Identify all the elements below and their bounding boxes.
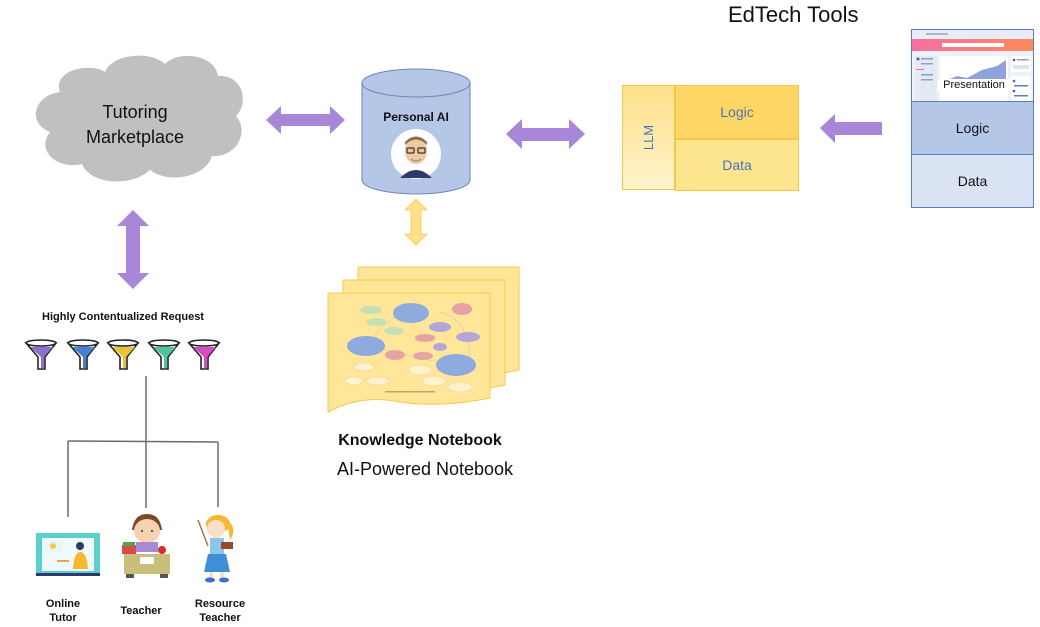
role-teacher: Teacher bbox=[120, 605, 162, 617]
role-resource-teacher: Resource Teacher bbox=[194, 598, 246, 624]
online-tutor-icon[interactable] bbox=[36, 533, 100, 577]
resource-teacher-icon[interactable] bbox=[194, 514, 240, 584]
role-online-tutor: Online Tutor bbox=[45, 598, 81, 624]
teacher-icon[interactable] bbox=[120, 514, 172, 580]
